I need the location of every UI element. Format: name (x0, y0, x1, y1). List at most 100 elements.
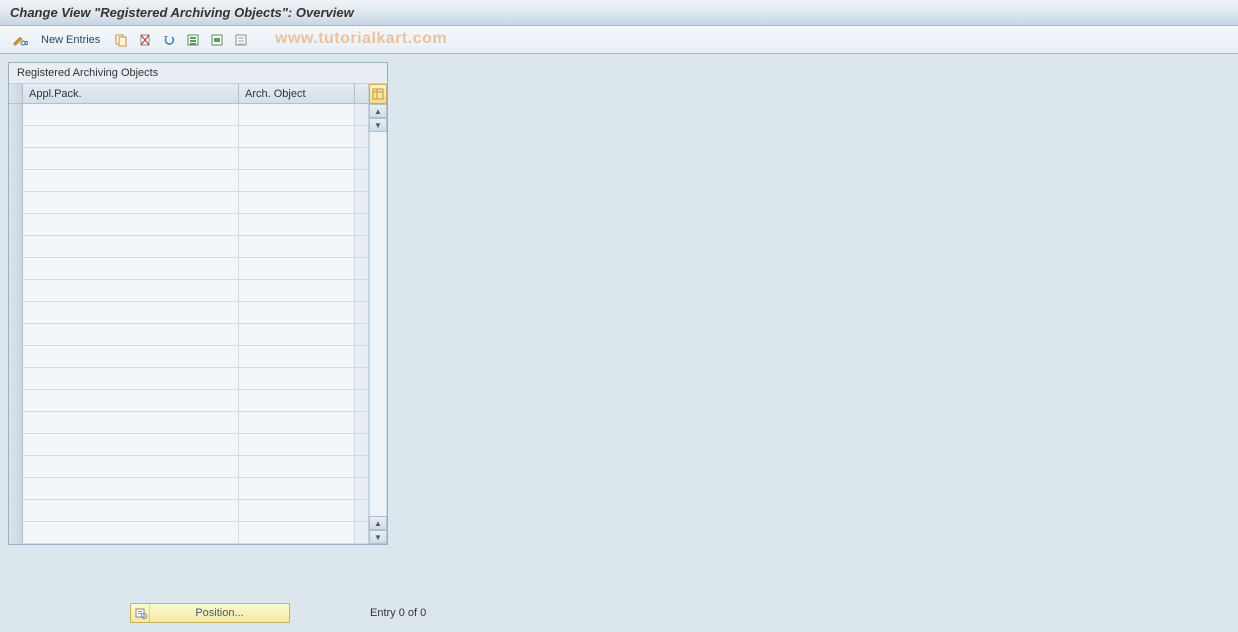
scroll-up-bottom-button[interactable]: ▲ (369, 516, 387, 530)
table-row (9, 258, 368, 280)
undo-button[interactable] (159, 30, 179, 50)
scroll-down-bottom-button[interactable]: ▼ (369, 530, 387, 544)
row-selector[interactable] (9, 280, 23, 301)
row-selector[interactable] (9, 500, 23, 521)
select-block-icon (210, 33, 224, 47)
row-selector[interactable] (9, 170, 23, 191)
cell-arch-object[interactable] (239, 236, 355, 257)
table-row (9, 280, 368, 302)
table-row (9, 368, 368, 390)
row-selector[interactable] (9, 412, 23, 433)
cell-appl-pack[interactable] (23, 500, 239, 521)
cell-appl-pack[interactable] (23, 104, 239, 125)
row-selector[interactable] (9, 368, 23, 389)
row-selector[interactable] (9, 324, 23, 345)
cell-arch-object[interactable] (239, 104, 355, 125)
scroll-up-button[interactable]: ▲ (369, 104, 387, 118)
toggle-edit-button[interactable] (10, 30, 30, 50)
cell-appl-pack[interactable] (23, 434, 239, 455)
table-grid: Appl.Pack. Arch. Object (9, 84, 369, 544)
position-button[interactable]: Position... (130, 603, 290, 623)
cell-arch-object[interactable] (239, 434, 355, 455)
row-selector[interactable] (9, 434, 23, 455)
cell-appl-pack[interactable] (23, 478, 239, 499)
cell-appl-pack[interactable] (23, 390, 239, 411)
column-header-appl-pack[interactable]: Appl.Pack. (23, 84, 239, 103)
table-row (9, 478, 368, 500)
table-row (9, 500, 368, 522)
deselect-all-icon (234, 33, 248, 47)
triangle-up-icon: ▲ (374, 107, 382, 116)
cell-appl-pack[interactable] (23, 324, 239, 345)
table-settings-icon (372, 88, 384, 100)
cell-appl-pack[interactable] (23, 368, 239, 389)
cell-appl-pack[interactable] (23, 302, 239, 323)
copy-icon (114, 33, 128, 47)
cell-appl-pack[interactable] (23, 522, 239, 543)
cell-arch-object[interactable] (239, 412, 355, 433)
cell-arch-object[interactable] (239, 126, 355, 147)
cell-arch-object[interactable] (239, 148, 355, 169)
cell-appl-pack[interactable] (23, 126, 239, 147)
row-selector[interactable] (9, 522, 23, 543)
cell-appl-pack[interactable] (23, 456, 239, 477)
cell-arch-object[interactable] (239, 500, 355, 521)
cell-appl-pack[interactable] (23, 236, 239, 257)
row-selector-header[interactable] (9, 84, 23, 103)
row-selector[interactable] (9, 192, 23, 213)
delete-icon (138, 33, 152, 47)
deselect-all-button[interactable] (231, 30, 251, 50)
cell-arch-object[interactable] (239, 368, 355, 389)
delete-button[interactable] (135, 30, 155, 50)
row-selector[interactable] (9, 104, 23, 125)
cell-arch-object[interactable] (239, 214, 355, 235)
cell-appl-pack[interactable] (23, 346, 239, 367)
row-selector[interactable] (9, 478, 23, 499)
new-entries-button[interactable]: New Entries (34, 30, 107, 50)
new-entries-label: New Entries (41, 34, 100, 46)
scroll-down-button[interactable]: ▼ (369, 118, 387, 132)
table-settings-button[interactable] (369, 84, 387, 104)
cell-appl-pack[interactable] (23, 170, 239, 191)
row-selector[interactable] (9, 126, 23, 147)
cell-arch-object[interactable] (239, 280, 355, 301)
copy-as-button[interactable] (111, 30, 131, 50)
cell-arch-object[interactable] (239, 456, 355, 477)
row-selector[interactable] (9, 302, 23, 323)
cell-appl-pack[interactable] (23, 258, 239, 279)
row-selector[interactable] (9, 346, 23, 367)
select-block-button[interactable] (207, 30, 227, 50)
pencil-glasses-icon (12, 33, 28, 47)
cell-appl-pack[interactable] (23, 214, 239, 235)
table-row (9, 412, 368, 434)
footer-bar: Position... Entry 0 of 0 (0, 600, 1238, 626)
scroll-track[interactable] (369, 132, 387, 516)
cell-arch-object[interactable] (239, 346, 355, 367)
row-selector[interactable] (9, 236, 23, 257)
row-selector[interactable] (9, 390, 23, 411)
position-label: Position... (150, 607, 289, 619)
row-selector[interactable] (9, 258, 23, 279)
cell-appl-pack[interactable] (23, 148, 239, 169)
cell-arch-object[interactable] (239, 302, 355, 323)
table-row (9, 192, 368, 214)
cell-arch-object[interactable] (239, 522, 355, 543)
cell-arch-object[interactable] (239, 324, 355, 345)
cell-appl-pack[interactable] (23, 192, 239, 213)
cell-arch-object[interactable] (239, 258, 355, 279)
row-selector[interactable] (9, 148, 23, 169)
cell-arch-object[interactable] (239, 478, 355, 499)
row-selector[interactable] (9, 456, 23, 477)
cell-appl-pack[interactable] (23, 412, 239, 433)
cell-arch-object[interactable] (239, 170, 355, 191)
row-selector[interactable] (9, 214, 23, 235)
table-container: Appl.Pack. Arch. Object ▲ ▼ (9, 84, 387, 544)
cell-appl-pack[interactable] (23, 280, 239, 301)
undo-icon (162, 33, 176, 47)
column-header-arch-object[interactable]: Arch. Object (239, 84, 355, 103)
table-row (9, 324, 368, 346)
cell-arch-object[interactable] (239, 192, 355, 213)
select-all-button[interactable] (183, 30, 203, 50)
triangle-up-icon: ▲ (374, 519, 382, 528)
cell-arch-object[interactable] (239, 390, 355, 411)
